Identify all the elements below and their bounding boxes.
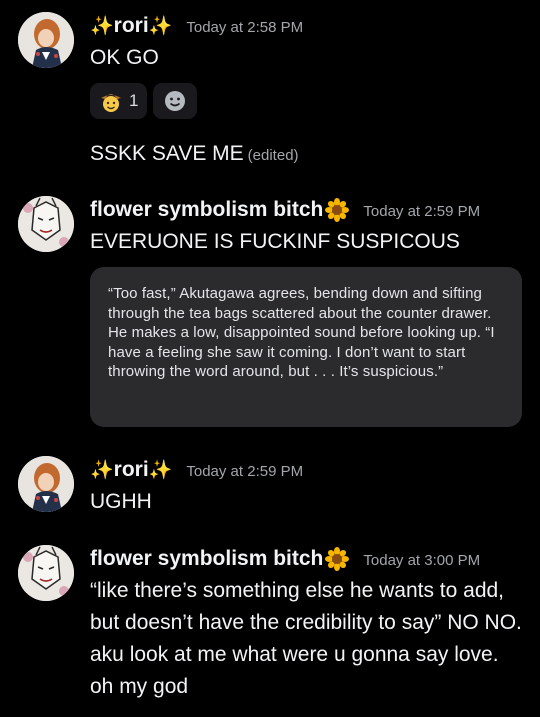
message-text: EVERUONE IS FUCKINF SUSPICOUS xyxy=(90,230,460,253)
avatar-flower-image xyxy=(18,196,74,252)
message-text: SSKK SAVE ME (edited) xyxy=(90,142,299,165)
chat-view: ✨ rori ✨ Today at 2:58 PM OK GO 1 SSKK S… xyxy=(0,0,540,717)
reaction-count: 1 xyxy=(129,91,139,110)
avatar[interactable] xyxy=(18,12,74,68)
avatar[interactable] xyxy=(18,545,74,601)
message-header: flower symbolism bitch Today at xyxy=(90,198,480,222)
message-header: flower symbolism bitch Today at xyxy=(90,547,480,571)
add-reaction-button[interactable] xyxy=(153,83,198,119)
avatar-rori-image xyxy=(18,12,74,68)
cowboy-emoji-icon xyxy=(101,94,121,112)
username[interactable]: flower symbolism bitch xyxy=(90,198,350,222)
avatar[interactable] xyxy=(18,196,74,252)
edited-label: (edited) xyxy=(247,147,299,164)
sparkle-icon: ✨ xyxy=(148,16,173,37)
timestamp[interactable]: Today at 2:59 PM xyxy=(186,463,303,480)
reaction-bar: 1 xyxy=(90,83,198,119)
quote-block: “Too fast,” Akutagawa agrees, bending do… xyxy=(90,267,522,427)
add-reaction-icon xyxy=(165,91,186,111)
timestamp[interactable]: Today at 3:00 PM xyxy=(363,552,480,569)
username[interactable]: flower symbolism bitch xyxy=(90,547,350,571)
sunflower-icon xyxy=(325,547,350,571)
timestamp[interactable]: Today at 2:58 PM xyxy=(186,19,303,36)
sparkle-icon: ✨ xyxy=(90,16,114,37)
message-header: ✨ rori ✨ Today at 2:58 PM xyxy=(90,14,303,38)
message-text: UGHH xyxy=(90,490,152,513)
avatar-rori-image xyxy=(18,456,74,512)
username[interactable]: ✨ rori ✨ xyxy=(90,458,172,482)
avatar[interactable] xyxy=(18,456,74,512)
message-text: “like there’s something else he wants to… xyxy=(90,579,522,698)
sunflower-icon xyxy=(325,198,350,222)
sparkle-icon: ✨ xyxy=(90,460,114,481)
message-text: OK GO xyxy=(90,46,159,69)
avatar-flower-image xyxy=(18,545,74,601)
message-header: ✨ rori ✨ Today at 2:59 PM xyxy=(90,458,303,482)
timestamp[interactable]: Today at 2:59 PM xyxy=(363,203,480,220)
reaction-button[interactable]: 1 xyxy=(90,83,148,119)
sparkle-icon: ✨ xyxy=(148,460,173,481)
username[interactable]: ✨ rori ✨ xyxy=(90,14,172,38)
